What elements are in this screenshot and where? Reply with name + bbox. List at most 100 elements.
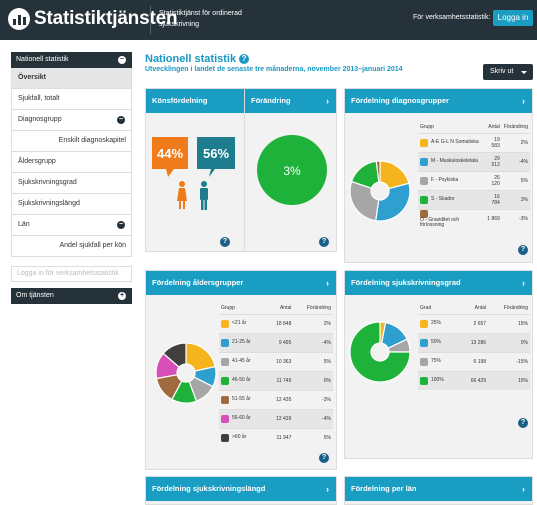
pie-slice (374, 182, 411, 222)
panel-county-header[interactable]: Fördelning per län › (345, 477, 532, 501)
group-cell: M - Muskuloskeletala (418, 151, 484, 171)
count-cell: 2 657 (459, 313, 489, 333)
chevron-right-icon: › (326, 484, 329, 494)
help-icon[interactable]: ? (239, 54, 250, 64)
sidebar-item-sjukskrivningsgrad[interactable]: Sjukskrivningsgrad (11, 173, 132, 194)
color-swatch (221, 338, 229, 347)
group-name: S - Skador (431, 196, 455, 202)
panel-title: Förändring (251, 96, 291, 105)
chevron-right-icon: › (326, 96, 329, 106)
count-cell: 29 513 (483, 151, 502, 171)
count-cell: 13 286 (459, 332, 489, 352)
sidebar-item-sjukskrivningslangd[interactable]: Sjukskrivningslängd (11, 194, 132, 215)
table-row: 56-60 år 12 439 -4% (219, 408, 333, 428)
print-button[interactable]: Skriv ut (483, 64, 533, 80)
sidebar-head-national[interactable]: Nationell statistik − (11, 52, 132, 68)
group-cell: <21 år (219, 313, 267, 333)
color-swatch (420, 138, 428, 147)
sidebar-item-sjukfall-totalt[interactable]: Sjukfall, totalt (11, 89, 132, 110)
group-name: 100% (431, 377, 444, 384)
panel-degree-header[interactable]: Fördelning sjukskrivningsgrad › (345, 271, 532, 295)
table-row: 75% 6 198 -15% (418, 351, 530, 371)
sidebar-item-label: Län (18, 221, 30, 228)
help-icon[interactable]: ? (518, 418, 528, 428)
age-table: Grupp Antal Förändring <21 år 18 848 2% 21-… (219, 303, 333, 447)
table-row: <21 år 18 848 2% (219, 313, 333, 333)
top-header: Statistiktjänsten Statistiktjänst för or… (0, 0, 537, 40)
help-icon[interactable]: ? (319, 453, 329, 463)
sidebar-item-oversikt[interactable]: Översikt (11, 68, 132, 89)
color-swatch (221, 319, 229, 328)
count-cell: 12 435 (266, 389, 294, 409)
print-button-label: Skriv ut (490, 68, 514, 75)
panel-degree: Fördelning sjukskrivningsgrad › Grad Ant… (344, 270, 533, 459)
help-icon[interactable]: ? (319, 237, 329, 247)
panel-age-header[interactable]: Fördelning åldersgrupper › (146, 271, 336, 295)
sidebar-item-aldersgrupp[interactable]: Åldersgrupp (11, 152, 132, 173)
panel-title: Fördelning åldersgrupper (152, 278, 244, 287)
group-name: >60 år (232, 434, 247, 441)
change-cell: -4% (293, 408, 333, 428)
pie-slice (349, 180, 380, 222)
sidebar-item-lan[interactable]: Län − (11, 215, 132, 236)
group-cell: 21-25 år (219, 332, 267, 352)
business-stats-label: För verksamhetsstatistik: (413, 14, 491, 21)
panel-diagnosis-body: Grupp Antal Förändring A-E G-L N Somatis… (345, 113, 532, 262)
group-name: F - Psykiska (431, 177, 459, 183)
color-swatch (420, 338, 428, 347)
male-percent: 56% (203, 146, 229, 161)
count-cell: 10 363 (266, 351, 294, 371)
help-icon[interactable]: ? (518, 245, 528, 255)
pie-slice (185, 342, 217, 372)
group-cell: 50% (418, 332, 460, 352)
sidebar-head-about[interactable]: Om tjänsten + (11, 288, 132, 304)
table-row: 21-25 år 9 495 -4% (219, 332, 333, 352)
table-row: S - Skador 16 784 3% (418, 189, 530, 209)
change-cell: 2% (293, 313, 333, 333)
panel-change-body: 3% ? (245, 113, 336, 251)
sidebar-item-andel-sjukfall-per-kon[interactable]: Andel sjukfall per kön (11, 236, 132, 257)
panel-degree-body: Grad Antal Förändring 25% 2 657 15% 50% 13 2… (345, 295, 532, 458)
col-header-count: Antal (488, 124, 500, 131)
change-cell: 5% (293, 427, 333, 447)
collapse-icon[interactable]: − (117, 116, 125, 124)
degree-table: Grad Antal Förändring 25% 2 657 15% 50% 13 2… (418, 303, 530, 390)
change-cell: -15% (488, 351, 530, 371)
change-cell: 15% (488, 313, 530, 333)
page-subtitle: Utvecklingen i landet de senaste tre mån… (145, 66, 403, 73)
count-cell: 12 439 (266, 408, 294, 428)
color-swatch (221, 414, 229, 423)
color-swatch (420, 357, 428, 366)
sidebar-item-diagnosgrupp[interactable]: Diagnosgrupp − (11, 110, 132, 131)
table-row: 25% 2 657 15% (418, 313, 530, 333)
col-header-count: Antal (474, 305, 487, 312)
col-header-group: Grupp (420, 124, 434, 131)
color-swatch (420, 157, 428, 166)
panel-diagnosis-header[interactable]: Fördelning diagnosgrupper › (345, 89, 532, 113)
bar-chart-icon (8, 8, 30, 30)
table-row: 100% 66 429 15% (418, 370, 530, 390)
panel-duration-header[interactable]: Fördelning sjukskrivningslängd › (146, 477, 336, 501)
sidebar-item-enskilt-diagnoskapitel[interactable]: Enskilt diagnoskapitel (11, 131, 132, 152)
count-cell: 19 583 (483, 132, 502, 152)
header-divider (150, 6, 151, 34)
change-cell: 5% (501, 170, 530, 190)
panel-title: Könsfördelning (152, 96, 208, 105)
panel-duration: Fördelning sjukskrivningslängd › (145, 476, 337, 505)
panel-change-header[interactable]: Förändring › (245, 89, 336, 113)
count-cell: 16 784 (483, 189, 502, 209)
group-cell: O - Graviditet och förlossning (418, 208, 484, 228)
change-cell: -3% (293, 389, 333, 409)
help-icon[interactable]: ? (220, 237, 230, 247)
chevron-right-icon: › (522, 278, 525, 288)
change-cell: -4% (501, 151, 530, 171)
logo[interactable]: Statistiktjänsten (8, 8, 178, 30)
login-button[interactable]: Logga in (493, 10, 533, 26)
group-cell: 46-50 år (219, 370, 267, 390)
login-business-stats-input[interactable]: Logga in för verksamhetsstatistik (11, 266, 132, 282)
group-name: 51-55 år (232, 396, 251, 402)
table-row: 51-55 år 12 435 -3% (219, 389, 333, 409)
collapse-icon[interactable]: − (117, 221, 125, 229)
header-subtitle: Statistiktjänst för ordinerad sjukskrivn… (159, 10, 242, 28)
count-cell: 11 947 (266, 427, 294, 447)
